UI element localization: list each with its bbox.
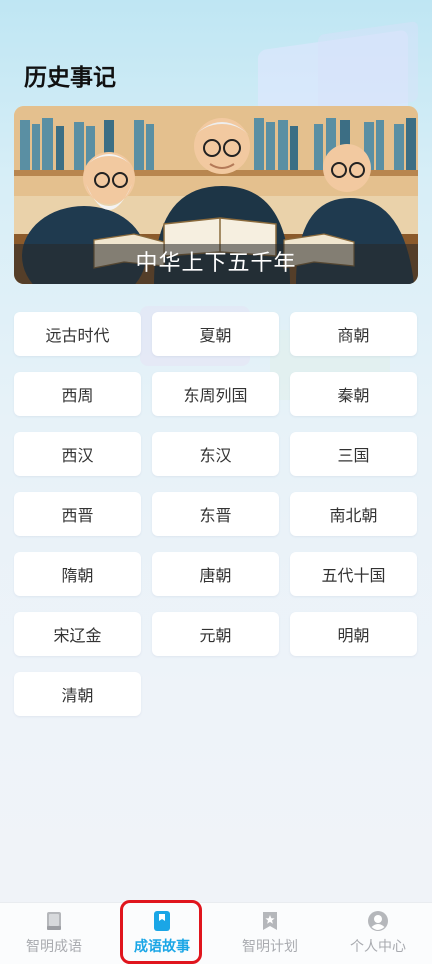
era-grid: 远古时代 夏朝 商朝 西周 东周列国 秦朝 西汉 东汉 三国 西晋 东晋 南北朝… <box>14 312 418 716</box>
era-button[interactable]: 东周列国 <box>152 372 279 416</box>
user-icon <box>368 911 388 931</box>
era-button[interactable]: 夏朝 <box>152 312 279 356</box>
tab-idioms[interactable]: 智明成语 <box>0 903 108 964</box>
era-button[interactable]: 西汉 <box>14 432 141 476</box>
era-button[interactable]: 元朝 <box>152 612 279 656</box>
tab-label: 智明成语 <box>26 939 82 955</box>
era-button[interactable]: 唐朝 <box>152 552 279 596</box>
tab-label: 个人中心 <box>350 939 406 955</box>
era-button[interactable]: 三国 <box>290 432 417 476</box>
era-button[interactable]: 秦朝 <box>290 372 417 416</box>
banner[interactable]: 中华上下五千年 <box>14 106 418 284</box>
tab-plan[interactable]: 智明计划 <box>216 903 324 964</box>
era-button[interactable]: 清朝 <box>14 672 141 716</box>
era-button[interactable]: 隋朝 <box>14 552 141 596</box>
era-button[interactable]: 南北朝 <box>290 492 417 536</box>
era-button[interactable]: 远古时代 <box>14 312 141 356</box>
page-title: 历史事记 <box>24 65 116 91</box>
era-button[interactable]: 西周 <box>14 372 141 416</box>
book-icon <box>47 912 61 930</box>
bookmark-book-icon <box>154 911 170 931</box>
tab-label: 成语故事 <box>134 939 190 955</box>
era-button[interactable]: 商朝 <box>290 312 417 356</box>
era-button[interactable]: 西晋 <box>14 492 141 536</box>
banner-caption: 中华上下五千年 <box>14 244 418 284</box>
era-button[interactable]: 东晋 <box>152 492 279 536</box>
era-button[interactable]: 明朝 <box>290 612 417 656</box>
era-button[interactable]: 五代十国 <box>290 552 417 596</box>
era-button[interactable]: 宋辽金 <box>14 612 141 656</box>
era-button[interactable]: 东汉 <box>152 432 279 476</box>
background-decoration <box>318 20 418 116</box>
tab-label: 智明计划 <box>242 939 298 955</box>
bottom-tab-bar: 智明成语 成语故事 智明计划 个人中心 <box>0 902 432 964</box>
star-bookmark-icon <box>263 912 277 930</box>
tab-idiom-stories[interactable]: 成语故事 <box>108 903 216 964</box>
tab-profile[interactable]: 个人中心 <box>324 903 432 964</box>
